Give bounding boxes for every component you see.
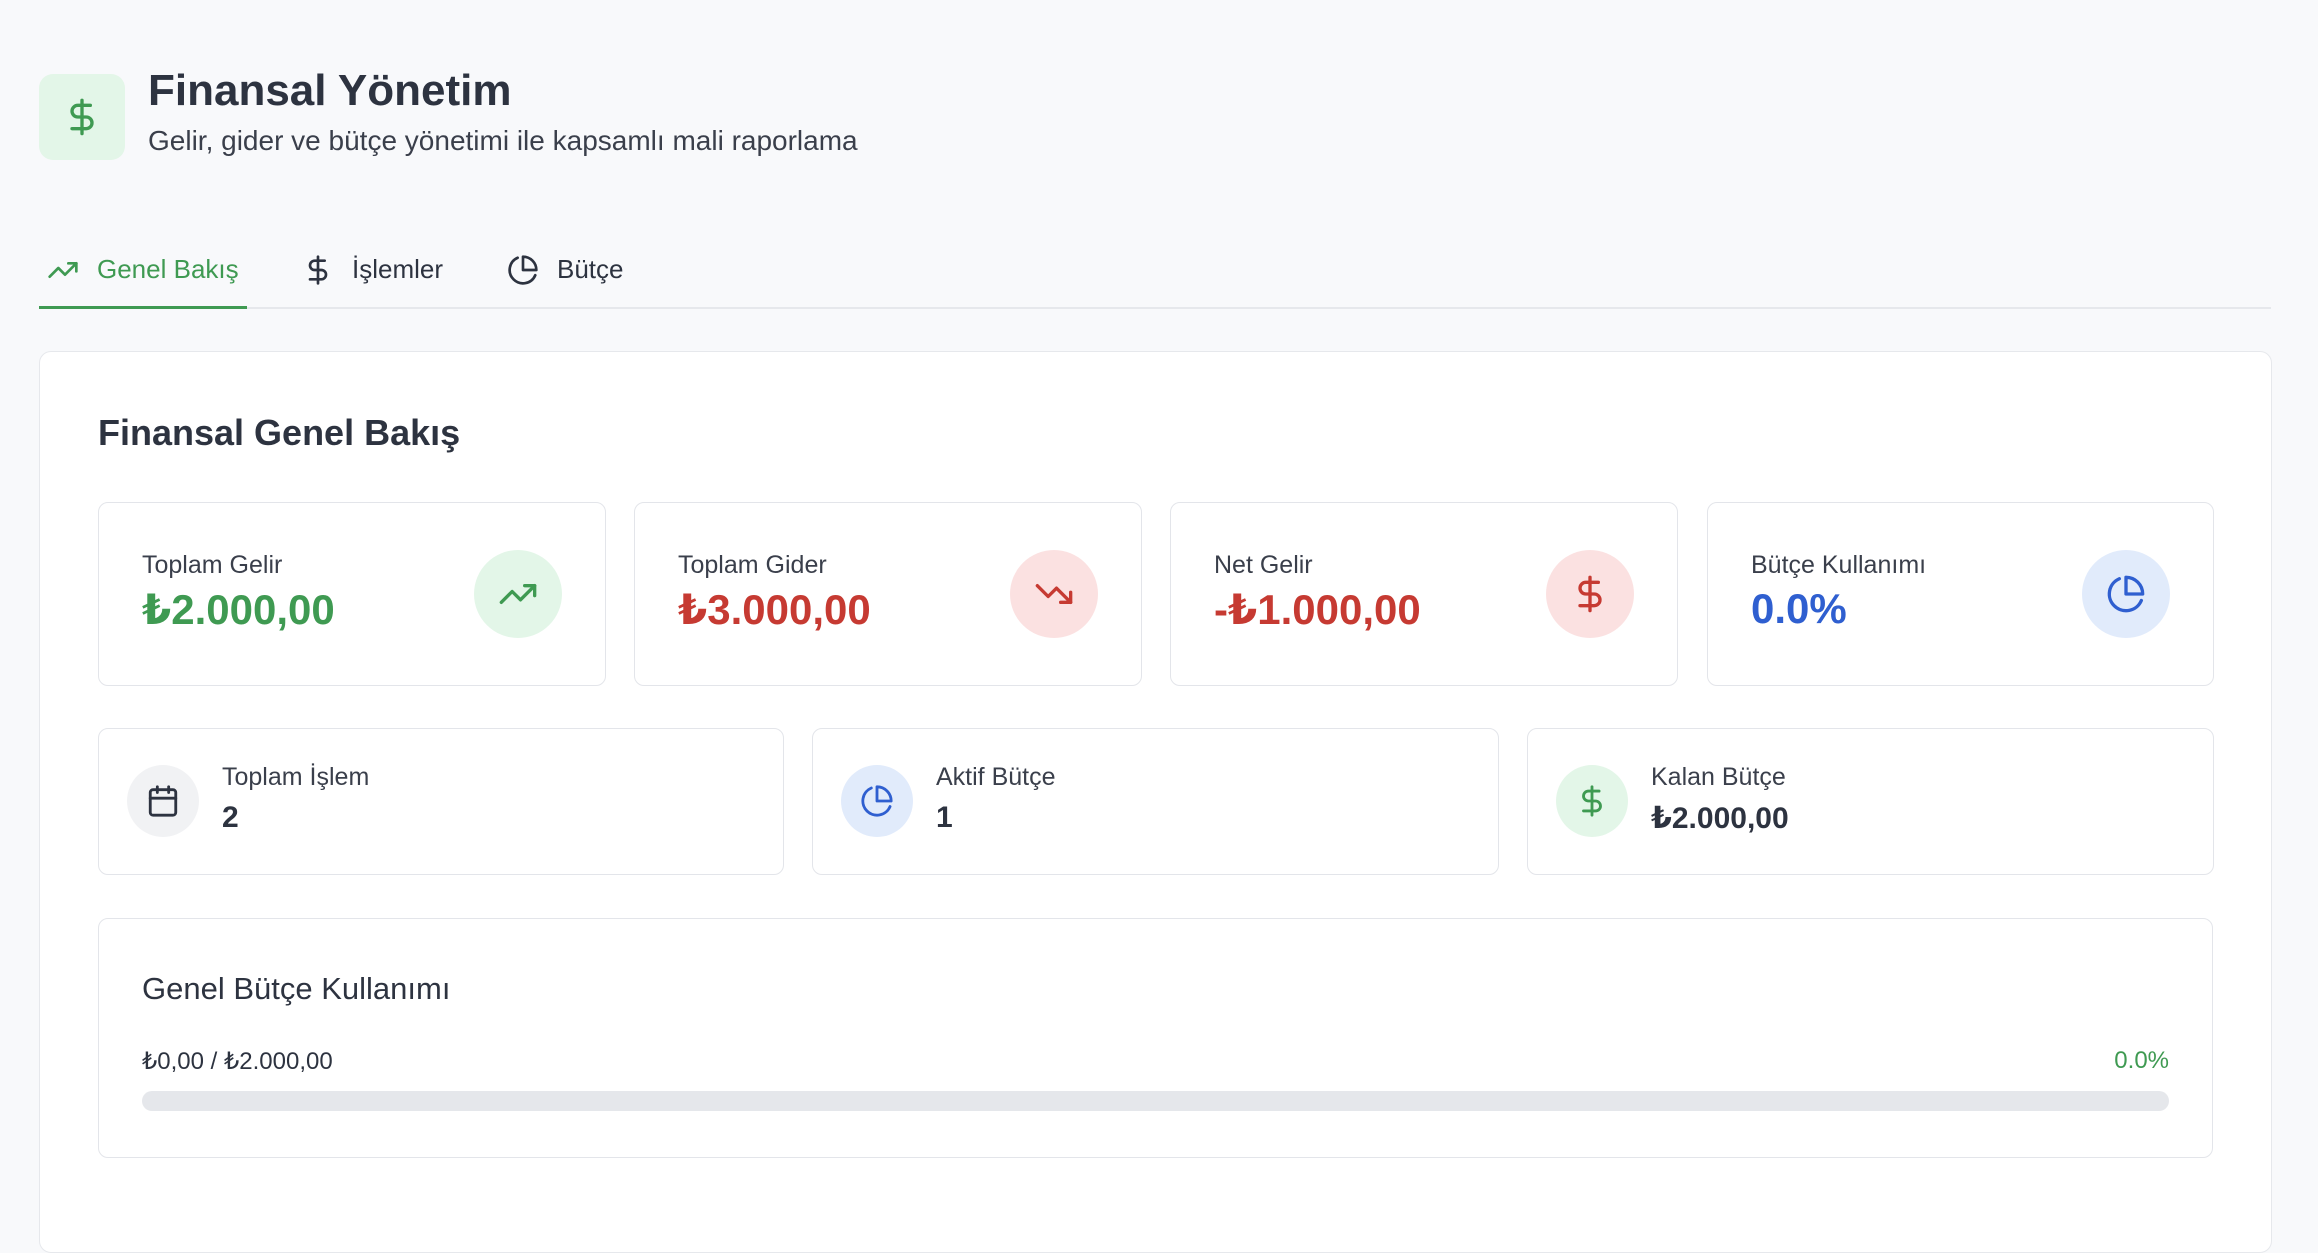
mini-label: Aktif Bütçe [936, 763, 1056, 791]
page-title: Finansal Yönetim [148, 65, 512, 115]
stat-card-total-income: Toplam Gelir ₺2.000,00 [98, 502, 606, 686]
stat-value: ₺2.000,00 [142, 586, 335, 633]
mini-card-total-transactions: Toplam İşlem 2 [98, 728, 784, 875]
stat-label: Net Gelir [1214, 551, 1313, 579]
trending-down-icon [1010, 550, 1098, 638]
budget-usage-title: Genel Bütçe Kullanımı [142, 971, 451, 1006]
stat-value: -₺1.000,00 [1214, 586, 1421, 633]
section-title: Finansal Genel Bakış [98, 412, 461, 453]
mini-value: ₺2.000,00 [1651, 802, 1789, 835]
budget-usage-card: Genel Bütçe Kullanımı ₺0,00 / ₺2.000,00 … [98, 918, 2213, 1158]
trending-up-icon [474, 550, 562, 638]
page-subtitle: Gelir, gider ve bütçe yönetimi ile kapsa… [148, 125, 858, 157]
pie-chart-icon [508, 254, 538, 285]
tab-overview[interactable]: Genel Bakış [39, 232, 247, 309]
budget-progress-bar [142, 1091, 2169, 1111]
stat-label: Toplam Gider [678, 551, 827, 579]
calendar-icon [127, 765, 199, 837]
budget-amount: ₺0,00 / ₺2.000,00 [142, 1048, 333, 1075]
mini-value: 1 [936, 801, 953, 834]
tab-bar: Genel Bakış İşlemler Bütçe [39, 232, 2271, 309]
stat-card-net-income: Net Gelir -₺1.000,00 [1170, 502, 1678, 686]
tab-label: İşlemler [352, 254, 444, 284]
pie-chart-icon [841, 765, 913, 837]
overview-panel: Finansal Genel Bakış Toplam Gelir ₺2.000… [39, 351, 2272, 1253]
tab-transactions[interactable]: İşlemler [302, 232, 443, 307]
trending-up-icon [48, 261, 78, 278]
mini-label: Kalan Bütçe [1651, 763, 1786, 791]
stat-card-total-expense: Toplam Gider ₺3.000,00 [634, 502, 1142, 686]
budget-percent: 0.0% [2114, 1047, 2169, 1074]
pie-chart-icon [2082, 550, 2170, 638]
stat-value: 0.0% [1751, 585, 1847, 632]
dollar-icon [1546, 550, 1634, 638]
finance-page: Finansal Yönetim Gelir, gider ve bütçe y… [0, 0, 2318, 1253]
mini-card-remaining-budget: Kalan Bütçe ₺2.000,00 [1527, 728, 2214, 875]
page-header: Finansal Yönetim Gelir, gider ve bütçe y… [39, 66, 858, 160]
dollar-icon [39, 74, 125, 160]
tab-label: Genel Bakış [97, 254, 239, 284]
dollar-icon [308, 254, 328, 285]
tab-label: Bütçe [557, 254, 624, 284]
mini-card-active-budget: Aktif Bütçe 1 [812, 728, 1499, 875]
stat-card-budget-usage: Bütçe Kullanımı 0.0% [1707, 502, 2214, 686]
mini-value: 2 [222, 801, 239, 834]
dollar-icon [1556, 765, 1628, 837]
mini-label: Toplam İşlem [222, 763, 370, 791]
stat-label: Toplam Gelir [142, 551, 283, 579]
stat-label: Bütçe Kullanımı [1751, 551, 1927, 579]
stat-value: ₺3.000,00 [678, 586, 871, 633]
tab-budget[interactable]: Bütçe [507, 232, 624, 307]
